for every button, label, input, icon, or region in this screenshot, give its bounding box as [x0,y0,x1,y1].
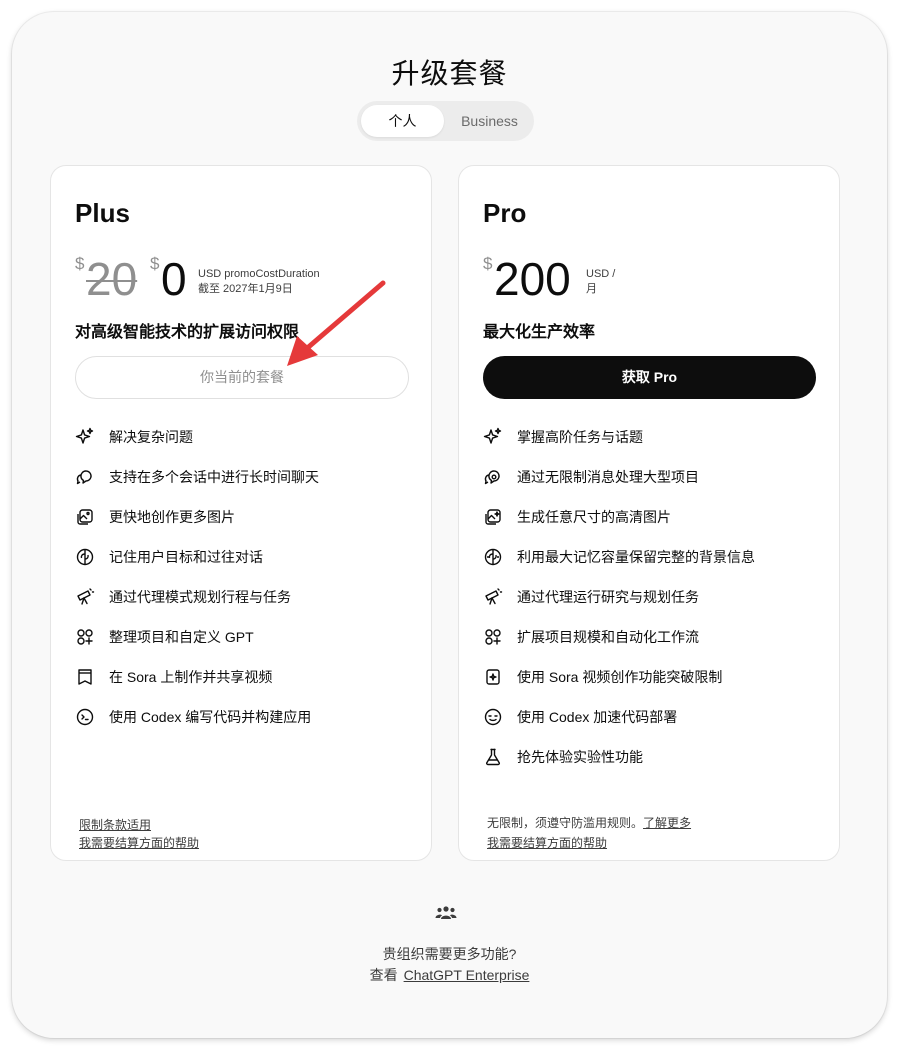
brain-icon [75,547,95,567]
feature-text: 更快地创作更多图片 [109,509,235,525]
image-icon [75,507,95,527]
plan-card-plus: Plus $ 20 $ 0 USD promoCostDuration 截至 2… [50,165,432,861]
footnote: 限制条款适用 [79,816,151,834]
list-item: 通过代理运行研究与规划任务 [483,584,823,624]
group-icon [435,905,457,921]
chat-bubbles-icon [483,467,503,487]
learn-more-link[interactable]: 了解更多 [643,816,691,830]
terminal-icon [75,707,95,727]
feature-text: 解决复杂问题 [109,429,193,445]
list-item: 使用 Codex 编写代码并构建应用 [75,704,415,744]
upgrade-plan-modal: 升级套餐 个人 Business Plus $ 20 $ 0 USD promo… [12,12,887,1038]
plan-tagline: 最大化生产效率 [483,324,596,341]
list-item: 掌握高阶任务与话题 [483,424,823,464]
original-price: 20 [86,253,138,305]
get-pro-button[interactable]: 获取 Pro [483,356,816,399]
sparkles-icon [75,427,95,447]
tab-personal[interactable]: 个人 [361,105,444,137]
price-note-unit: USD / [586,268,616,280]
current-price: 0 [161,253,187,305]
brain-icon [483,547,503,567]
currency-symbol: $ [75,254,85,273]
enterprise-link[interactable]: ChatGPT Enterprise [404,967,530,983]
list-item: 使用 Sora 视频创作功能突破限制 [483,664,823,704]
feature-text: 通过代理模式规划行程与任务 [109,589,291,605]
current-price: 200 [494,253,571,305]
image-icon [483,507,503,527]
list-item: 通过无限制消息处理大型项目 [483,464,823,504]
feature-text: 支持在多个会话中进行长时间聊天 [109,469,319,485]
page-title: 升级套餐 [391,58,508,89]
sparkles-icon [483,427,503,447]
film-icon [75,667,95,687]
feature-text: 在 Sora 上制作并共享视频 [109,669,273,685]
telescope-icon [483,587,503,607]
feature-text: 通过无限制消息处理大型项目 [517,469,699,485]
plan-tagline: 对高级智能技术的扩展访问权限 [75,324,300,341]
list-item: 生成任意尺寸的高清图片 [483,504,823,544]
tab-business[interactable]: Business [449,105,530,137]
enterprise-question: 贵组织需要更多功能? [382,946,517,962]
film-icon [483,667,503,687]
feature-text: 掌握高阶任务与话题 [517,429,643,445]
feature-text: 整理项目和自定义 GPT [109,629,254,645]
list-item: 在 Sora 上制作并共享视频 [75,664,415,704]
footnote: 我需要结算方面的帮助 [79,834,199,852]
feature-text: 使用 Codex 加速代码部署 [517,709,678,725]
currency-symbol: $ [483,254,493,273]
enterprise-prefix: 查看 [369,967,398,983]
feature-list: 解决复杂问题 支持在多个会话中进行长时间聊天 更快地创作更多图片 记住用户目标和… [75,424,415,744]
list-item: 抢先体验实验性功能 [483,744,823,784]
list-item: 使用 Codex 加速代码部署 [483,704,823,744]
billing-help-link[interactable]: 我需要结算方面的帮助 [79,836,199,850]
terms-link[interactable]: 限制条款适用 [79,818,151,832]
price-note-unit: USD promoCostDuration [198,268,320,280]
list-item: 解决复杂问题 [75,424,415,464]
feature-text: 抢先体验实验性功能 [517,749,643,765]
feature-text: 使用 Sora 视频创作功能突破限制 [517,669,723,685]
list-item: 扩展项目规模和自动化工作流 [483,624,823,664]
feature-text: 使用 Codex 编写代码并构建应用 [109,709,312,725]
apps-icon [75,627,95,647]
flask-icon [483,747,503,767]
plan-name: Pro [483,198,527,228]
enterprise-row: 查看 ChatGPT Enterprise [12,965,887,985]
list-item: 支持在多个会话中进行长时间聊天 [75,464,415,504]
usage-policy-text: 无限制，须遵守防滥用规则。 [487,816,644,830]
feature-text: 记住用户目标和过往对话 [109,549,263,565]
current-plan-button[interactable]: 你当前的套餐 [75,356,409,399]
plan-card-pro: Pro $ 200 USD / 月 最大化生产效率 获取 Pro 掌握高阶任务与… [458,165,840,861]
price-note-period: 月 [586,283,597,295]
footnote: 无限制，须遵守防滥用规则。了解更多 [487,814,691,832]
feature-text: 通过代理运行研究与规划任务 [517,589,699,605]
feature-list: 掌握高阶任务与话题 通过无限制消息处理大型项目 生成任意尺寸的高清图片 利用最大… [483,424,823,784]
list-item: 通过代理模式规划行程与任务 [75,584,415,624]
feature-text: 利用最大记忆容量保留完整的背景信息 [517,549,755,565]
price-note-date: 截至 2027年1月9日 [198,283,293,295]
plan-type-toggle: 个人 Business [357,101,534,141]
currency-symbol: $ [150,254,160,273]
footnote: 我需要结算方面的帮助 [487,834,607,852]
list-item: 整理项目和自定义 GPT [75,624,415,664]
feature-text: 扩展项目规模和自动化工作流 [517,629,699,645]
feature-text: 生成任意尺寸的高清图片 [517,509,671,525]
list-item: 利用最大记忆容量保留完整的背景信息 [483,544,823,584]
terminal-icon [483,707,503,727]
list-item: 更快地创作更多图片 [75,504,415,544]
apps-icon [483,627,503,647]
billing-help-link[interactable]: 我需要结算方面的帮助 [487,836,607,850]
chat-bubbles-icon [75,467,95,487]
telescope-icon [75,587,95,607]
plan-name: Plus [75,198,130,228]
list-item: 记住用户目标和过往对话 [75,544,415,584]
